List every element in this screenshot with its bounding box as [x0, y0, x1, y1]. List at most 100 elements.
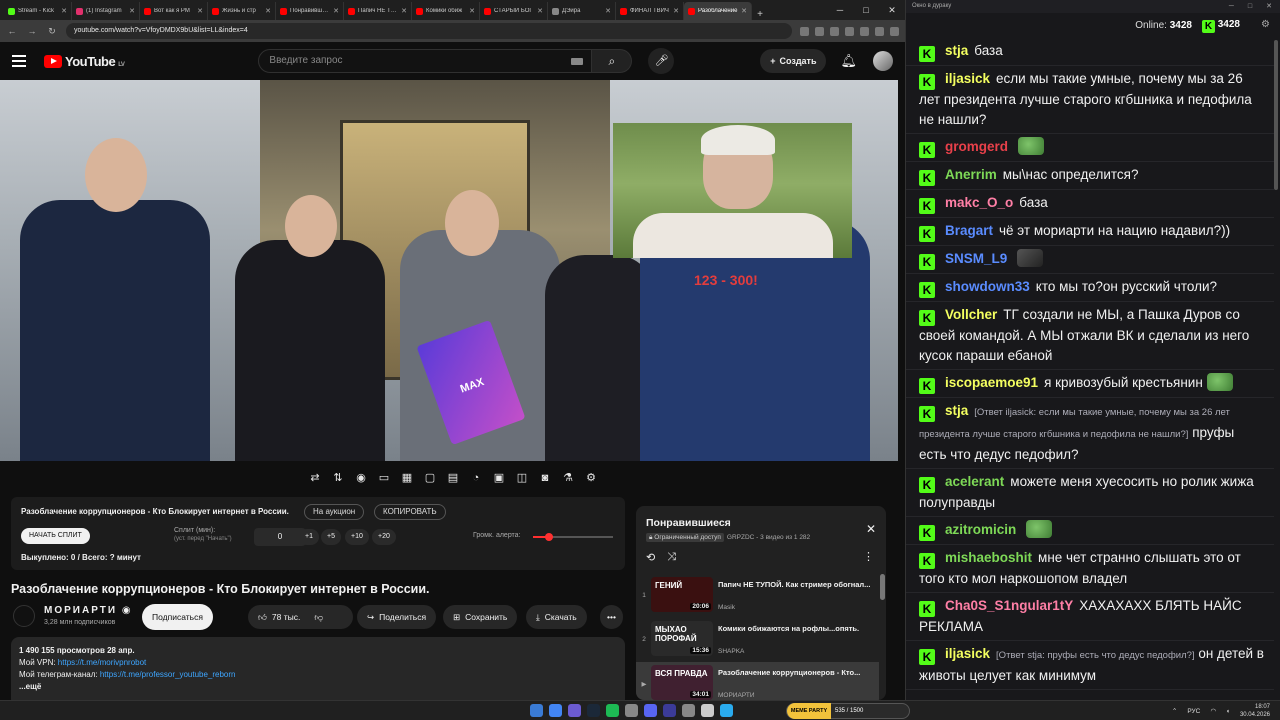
sort-icon[interactable]: ⇅	[331, 471, 345, 485]
taskbar-app-icon[interactable]	[720, 704, 733, 717]
browser-tab[interactable]: Папич НЕ ТУП ✕	[344, 2, 412, 20]
flask-icon[interactable]: ⚗	[561, 471, 575, 485]
tab-close-icon[interactable]: ✕	[129, 7, 135, 15]
vpn-link[interactable]: https://t.me/morivpnrobot	[58, 658, 146, 667]
loop-playlist-icon[interactable]: ⟲	[646, 551, 655, 564]
browser-tab[interactable]: Комики обиж ✕	[412, 2, 480, 20]
extension-icon[interactable]	[800, 26, 809, 36]
add-1-chip[interactable]: +1	[299, 529, 319, 545]
tab-close-icon[interactable]: ✕	[605, 7, 611, 15]
maximize-icon[interactable]: □	[1248, 0, 1252, 13]
playlist-item[interactable]: ▶ ВСЯ ПРАВДА 34:01 Разоблачение коррупционе…	[636, 662, 879, 700]
chat-username[interactable]: Cha0S_S1ngular1tY	[945, 598, 1073, 613]
browser-tab[interactable]: Понравившиеся✕	[276, 2, 344, 20]
chat-username[interactable]: stja	[945, 43, 968, 58]
playlist-video-title[interactable]: Разоблачение коррупционеров - Кто...	[718, 667, 874, 678]
chat-username[interactable]: iljasick	[945, 646, 990, 661]
subscribe-button[interactable]: Подписаться	[142, 604, 213, 630]
minimize-icon[interactable]: ─	[1229, 0, 1234, 13]
chat-username[interactable]: makc_O_o	[945, 195, 1013, 210]
menu-icon[interactable]	[12, 55, 26, 67]
playlist-thumbnail[interactable]: ВСЯ ПРАВДА 34:01	[651, 665, 713, 700]
copy-button[interactable]: КОПИРОВАТЬ	[374, 504, 446, 520]
playlist-scrollbar[interactable]	[880, 574, 885, 600]
meme-party-widget[interactable]: MEME PARTY 535 / 1500	[786, 703, 910, 719]
playlist-thumbnail[interactable]: ГЕНИЙ 20:06	[651, 577, 713, 612]
tab-close-icon[interactable]: ✕	[333, 7, 339, 15]
url-field[interactable]: youtube.com/watch?v=VfoyDMDX9bU&list=LL&…	[66, 23, 792, 39]
search-button[interactable]: ⌕	[592, 49, 633, 73]
tab-close-icon[interactable]: ✕	[741, 7, 747, 15]
playlist-video-title[interactable]: Папич НЕ ТУПОЙ. Как стример обогнал...	[718, 579, 874, 590]
download-button[interactable]: ⤓ Скачать	[526, 605, 587, 629]
window-icon[interactable]: ◫	[515, 471, 529, 485]
show-more-button[interactable]: ...ещё	[19, 681, 617, 693]
playlist-thumbnail[interactable]: МЫХАО ПОРОФАЙ 15:36	[651, 621, 713, 656]
back-icon[interactable]: ←	[6, 26, 18, 36]
playlist-item[interactable]: 1 ГЕНИЙ 20:06 Папич НЕ ТУПОЙ. Как стример о…	[636, 574, 879, 616]
subtitles-icon[interactable]: ▭	[377, 471, 391, 485]
playlist-title[interactable]: Понравившиеся	[646, 517, 731, 529]
camera-icon[interactable]: ◙	[538, 471, 552, 485]
chat-username[interactable]: Vollcher	[945, 307, 997, 322]
chat-username[interactable]: iljasick	[945, 71, 990, 86]
broadcast-icon[interactable]: ◉	[354, 471, 368, 485]
share-button[interactable]: ↪ Поделиться	[357, 605, 437, 629]
chat-username[interactable]: stja	[945, 403, 968, 418]
browser-tab[interactable]: (1) Instagram ✕	[72, 2, 140, 20]
browser-tab[interactable]: СТАРЫЙ БОГ ✕	[480, 2, 548, 20]
tab-close-icon[interactable]: ✕	[401, 7, 407, 15]
more-actions-icon[interactable]: •••	[600, 605, 623, 629]
new-tab-button[interactable]: +	[752, 9, 768, 20]
telegram-link[interactable]: https://t.me/professor_youtube_reborn	[100, 670, 236, 679]
gear-icon[interactable]: ⚙	[584, 471, 598, 485]
add-5-chip[interactable]: +5	[321, 529, 341, 545]
tab-close-icon[interactable]: ✕	[537, 7, 543, 15]
start-split-button[interactable]: НАЧАТЬ СПЛИТ	[21, 528, 90, 544]
chat-username[interactable]: azitromicin	[945, 522, 1016, 537]
playlist-item[interactable]: 2 МЫХАО ПОРОФАЙ 15:36 Комики обижаются на р…	[636, 618, 879, 660]
chat-scrollbar[interactable]	[1274, 40, 1278, 190]
taskbar-app-icon[interactable]	[530, 704, 543, 717]
taskbar-app-icon[interactable]	[682, 704, 695, 717]
browser-tab[interactable]: ФИНАЛ ТВИЧ ✕	[616, 2, 684, 20]
browser-tab[interactable]: Stream - Kick ✕	[4, 2, 72, 20]
close-icon[interactable]: ✕	[1266, 0, 1272, 13]
tab-close-icon[interactable]: ✕	[469, 7, 475, 15]
video-player[interactable]: MAX 123 - 300!	[0, 80, 898, 461]
extension-icon[interactable]	[845, 26, 854, 36]
chat-username[interactable]: showdown33	[945, 279, 1030, 294]
taskbar-app-icon[interactable]	[644, 704, 657, 717]
like-button[interactable]: 👍︎ 78 тыс. 👎︎	[248, 605, 353, 629]
speed-icon[interactable]: ◔	[469, 471, 483, 485]
tab-close-icon[interactable]: ✕	[61, 7, 67, 15]
browser-tab[interactable]: Жизнь и стр ✕	[208, 2, 276, 20]
save-button[interactable]: ⊞ Сохранить	[443, 605, 518, 629]
tab-close-icon[interactable]: ✕	[197, 7, 203, 15]
description-box[interactable]: 1 490 155 просмотров 28 апр. Мой VPN: ht…	[11, 637, 625, 700]
taskbar-app-icon[interactable]	[568, 704, 581, 717]
image-icon[interactable]: ▣	[492, 471, 506, 485]
clock[interactable]: 18:07 30.04.2026	[1240, 703, 1270, 719]
chat-username[interactable]: Anerrim	[945, 167, 997, 182]
thumbs-down-icon[interactable]: 👎︎	[314, 612, 323, 622]
shuffle-icon[interactable]: ⤨	[667, 551, 676, 564]
taskbar-app-icon[interactable]	[606, 704, 619, 717]
notifications-bell-icon[interactable]: 🔔︎	[840, 53, 857, 69]
reload-icon[interactable]: ↻	[46, 26, 58, 37]
tab-close-icon[interactable]: ✕	[673, 7, 679, 15]
close-playlist-icon[interactable]: ✕	[866, 522, 876, 536]
taskbar-app-icon[interactable]	[549, 704, 562, 717]
extension-icon[interactable]	[875, 26, 884, 36]
alert-volume-slider[interactable]	[533, 533, 613, 541]
add-10-chip[interactable]: +10	[345, 529, 369, 545]
chat-username[interactable]: iscopaemoe91	[945, 375, 1038, 390]
voice-search-button[interactable]: 🎤︎	[648, 48, 675, 74]
taskbar-app-icon[interactable]	[625, 704, 638, 717]
channel-name[interactable]: МОРИАРТИ ◉	[44, 605, 133, 616]
film-icon[interactable]: ▦	[400, 471, 414, 485]
taskbar-app-icon[interactable]	[701, 704, 714, 717]
browser-tab[interactable]: ДЭйра ✕	[548, 2, 616, 20]
channel-avatar[interactable]	[13, 605, 35, 627]
chat-username[interactable]: mishaeboshit	[945, 550, 1032, 565]
